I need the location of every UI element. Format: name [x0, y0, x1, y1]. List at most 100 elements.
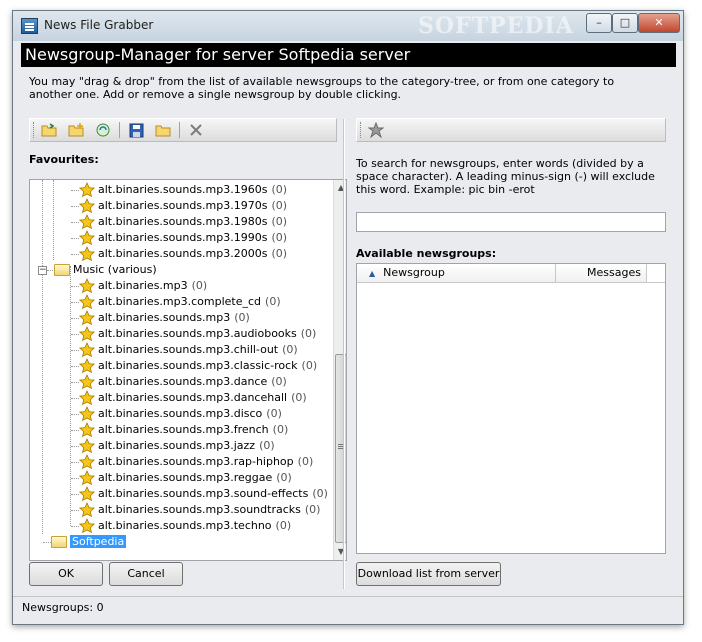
star-icon: [79, 342, 98, 358]
open-folder-icon[interactable]: [40, 122, 58, 138]
newsgroup-name: alt.binaries.sounds.mp3.french: [98, 423, 269, 436]
tree-item-newsgroup[interactable]: alt.binaries.sounds.mp3.audiobooks (0): [79, 326, 316, 342]
minimize-button[interactable]: –: [586, 13, 612, 33]
tree-item-newsgroup[interactable]: alt.binaries.sounds.mp3.techno (0): [79, 518, 291, 534]
tree-line: [43, 542, 51, 543]
tree-item-newsgroup[interactable]: alt.binaries.sounds.mp3.rap-hiphop (0): [79, 454, 313, 470]
message-count: (0): [300, 327, 317, 340]
star-icon[interactable]: [367, 122, 385, 138]
star-icon: [79, 358, 98, 374]
message-count: (0): [259, 439, 275, 452]
tree-line: [71, 382, 79, 383]
available-newsgroups-label: Available newsgroups:: [356, 247, 497, 260]
tree-item-newsgroup[interactable]: alt.binaries.sounds.mp3.french (0): [79, 422, 288, 438]
refresh-icon[interactable]: [94, 122, 112, 138]
newsgroup-name: alt.binaries.sounds.mp3.disco: [98, 407, 263, 420]
favourites-tree[interactable]: alt.binaries.sounds.mp3.1960s (0) alt.bina…: [29, 179, 347, 561]
folder-icon: [54, 264, 70, 276]
star-icon: [79, 214, 98, 230]
tree-item-newsgroup[interactable]: alt.binaries.sounds.mp3.dance (0): [79, 374, 287, 390]
column-newsgroup[interactable]: ▲ Newsgroup: [357, 264, 556, 282]
search-input[interactable]: [356, 212, 666, 232]
tree-folder-music[interactable]: Music (various): [54, 262, 157, 278]
tree-item-newsgroup[interactable]: alt.binaries.sounds.mp3.1960s (0): [79, 182, 287, 198]
folder-icon[interactable]: [154, 122, 172, 138]
tree-item-newsgroup[interactable]: alt.binaries.sounds.mp3.2000s (0): [79, 246, 287, 262]
close-button[interactable]: ✕: [638, 13, 680, 33]
collapse-expander[interactable]: −: [38, 266, 47, 275]
scroll-down-icon[interactable]: ▼: [334, 544, 346, 559]
tree-line: [71, 286, 79, 287]
newsgroup-name: alt.binaries.sounds.mp3.2000s: [98, 247, 268, 260]
message-count: (0): [291, 391, 307, 404]
newsgroup-name: alt.binaries.sounds.mp3.chill-out: [98, 343, 279, 356]
star-icon: [79, 390, 98, 406]
delete-icon[interactable]: [187, 122, 205, 138]
message-count: (0): [297, 455, 314, 468]
save-icon[interactable]: [127, 122, 145, 138]
tree-line: [71, 334, 79, 335]
cancel-button[interactable]: Cancel: [109, 562, 183, 586]
tree-item-newsgroup[interactable]: alt.binaries.sounds.mp3.sound-effects (0): [79, 486, 328, 502]
column-messages[interactable]: Messages: [556, 264, 647, 282]
star-icon: [79, 278, 98, 294]
tree-line: [71, 526, 79, 527]
sort-ascending-icon: ▲: [369, 269, 376, 278]
newsgroup-name: alt.binaries.sounds.mp3.soundtracks: [98, 503, 301, 516]
tree-item-newsgroup[interactable]: alt.binaries.mp3.complete_cd (0): [79, 294, 281, 310]
tree-line: [71, 222, 79, 223]
newsgroup-name: alt.binaries.sounds.mp3.audiobooks: [98, 327, 297, 340]
star-icon: [79, 438, 98, 454]
tree-line: [71, 478, 79, 479]
toolbar-grip[interactable]: [360, 122, 363, 138]
tree-item-newsgroup[interactable]: alt.binaries.sounds.mp3.disco (0): [79, 406, 282, 422]
scroll-up-icon[interactable]: ▲: [334, 180, 346, 195]
title-bar[interactable]: News File Grabber SOFTPEDIA – □ ✕: [13, 11, 683, 41]
toolbar-grip[interactable]: [33, 122, 36, 138]
scroll-thumb[interactable]: [335, 354, 346, 543]
folder-icon: [51, 536, 67, 548]
ok-button[interactable]: OK: [29, 562, 103, 586]
tree-item-newsgroup[interactable]: alt.binaries.mp3 (0): [79, 278, 207, 294]
tree-item-newsgroup[interactable]: alt.binaries.sounds.mp3.reggae (0): [79, 470, 292, 486]
message-count: (0): [272, 423, 289, 436]
message-count: (0): [191, 279, 208, 292]
available-newsgroups-list[interactable]: ▲ Newsgroup Messages: [356, 263, 666, 554]
list-header: ▲ Newsgroup Messages: [357, 264, 665, 283]
tree-line: [71, 302, 79, 303]
tree-item-newsgroup[interactable]: alt.binaries.sounds.mp3.classic-rock (0): [79, 358, 317, 374]
column-label: Messages: [587, 266, 641, 279]
toolbar-separator: [119, 122, 120, 138]
star-icon: [79, 310, 98, 326]
tree-item-newsgroup[interactable]: alt.binaries.sounds.mp3.dancehall (0): [79, 390, 307, 406]
watermark: SOFTPEDIA: [418, 13, 574, 39]
star-icon: [79, 374, 98, 390]
message-count: (0): [271, 247, 288, 260]
newsgroup-name: alt.binaries.sounds.mp3.1960s: [98, 183, 268, 196]
tree-item-newsgroup[interactable]: alt.binaries.sounds.mp3.soundtracks (0): [79, 502, 320, 518]
panel-divider[interactable]: [343, 119, 345, 589]
tree-item-newsgroup[interactable]: alt.binaries.sounds.mp3.chill-out (0): [79, 342, 298, 358]
tree-item-newsgroup[interactable]: alt.binaries.sounds.mp3.1970s (0): [79, 198, 287, 214]
message-count: (0): [234, 311, 250, 324]
download-list-button[interactable]: Download list from server: [356, 562, 501, 586]
star-icon: [79, 518, 98, 534]
new-folder-icon[interactable]: [67, 122, 85, 138]
tree-line: [71, 494, 79, 495]
newsgroup-name: alt.binaries.mp3: [98, 279, 188, 292]
right-toolbar: [356, 118, 666, 142]
maximize-button[interactable]: □: [612, 13, 638, 33]
status-text: Newsgroups: 0: [22, 601, 104, 614]
tree-item-newsgroup[interactable]: alt.binaries.sounds.mp3.jazz (0): [79, 438, 275, 454]
description-text: You may "drag & drop" from the list of a…: [29, 75, 615, 101]
tree-line: [70, 266, 71, 526]
message-count: (0): [271, 183, 288, 196]
tree-line: [71, 430, 79, 431]
tree-item-newsgroup[interactable]: alt.binaries.sounds.mp3.1990s (0): [79, 230, 287, 246]
status-bar: Newsgroups: 0: [13, 596, 683, 619]
tree-item-newsgroup[interactable]: alt.binaries.sounds.mp3.1980s (0): [79, 214, 287, 230]
tree-folder-softpedia[interactable]: Softpedia: [51, 534, 127, 550]
tree-item-newsgroup[interactable]: alt.binaries.sounds.mp3 (0): [79, 310, 250, 326]
folder-label: Music (various): [73, 263, 157, 276]
tree-line: [71, 350, 79, 351]
